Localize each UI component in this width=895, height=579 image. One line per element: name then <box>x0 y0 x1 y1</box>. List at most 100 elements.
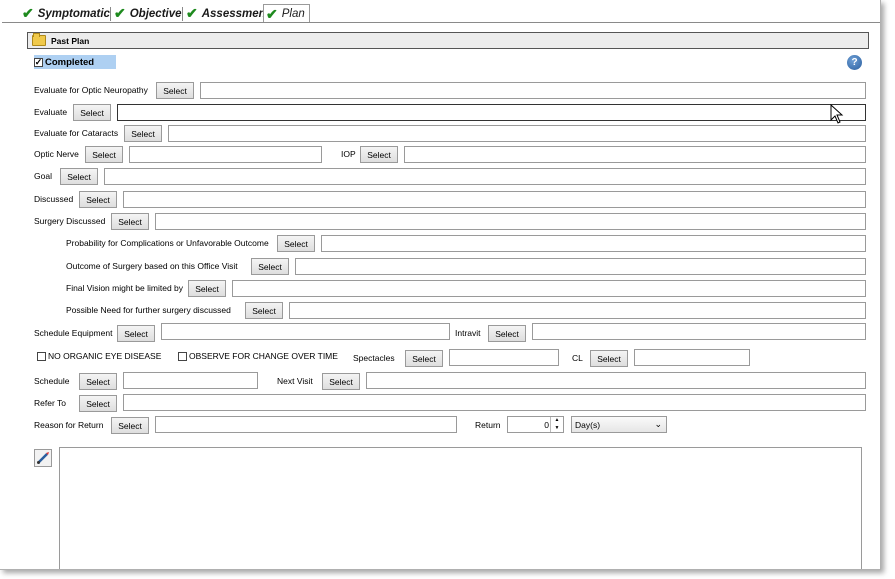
field-label: Schedule <box>34 376 70 386</box>
checkbox-icon <box>37 351 46 361</box>
reason-for-return-input[interactable] <box>155 416 457 433</box>
checkmark-icon: ✔ <box>266 5 278 22</box>
notes-textarea[interactable] <box>59 447 862 569</box>
tab-assessment[interactable]: ✔ Assessment <box>184 5 270 22</box>
select-button-cl[interactable]: Select <box>590 350 628 367</box>
tab-divider <box>182 7 183 21</box>
return-stepper[interactable]: 0 ▲ ▼ <box>507 416 564 433</box>
stepper-arrows[interactable]: ▲ ▼ <box>550 417 563 432</box>
checkmark-icon: ✔ <box>186 5 198 21</box>
chevron-down-icon: ⌄ <box>654 419 662 429</box>
tab-symptomatic[interactable]: ✔ Symptomatic <box>20 5 110 22</box>
observe-for-change-checkbox[interactable]: OBSERVE FOR CHANGE OVER TIME <box>178 351 338 361</box>
discussed-input[interactable] <box>123 191 866 208</box>
intravit-input[interactable] <box>532 323 866 340</box>
stepper-up-icon[interactable]: ▲ <box>551 417 563 425</box>
checkmark-icon: ✔ <box>114 5 126 21</box>
tab-label: Assessment <box>201 7 270 20</box>
field-label: Reason for Return <box>34 420 104 430</box>
checkbox-checked-icon: ✓ <box>34 56 43 67</box>
dropdown-value: Day(s) <box>575 419 601 430</box>
return-value: 0 <box>544 420 549 430</box>
tab-label: Symptomatic <box>37 7 110 20</box>
next-visit-input[interactable] <box>366 372 866 389</box>
optic-nerve-input[interactable] <box>129 146 322 163</box>
field-label: Schedule Equipment <box>34 328 113 338</box>
refer-to-input[interactable] <box>123 394 866 411</box>
select-button-refer-to[interactable]: Select <box>79 395 117 412</box>
field-label: Final Vision might be limited by <box>66 283 184 293</box>
field-label: CL <box>572 353 583 363</box>
probability-input[interactable] <box>321 235 866 252</box>
select-button-schedule[interactable]: Select <box>79 373 117 390</box>
select-button-optic-nerve[interactable]: Select <box>85 146 123 163</box>
schedule-equipment-input[interactable] <box>161 323 450 340</box>
select-button-evaluate[interactable]: Select <box>73 104 111 121</box>
field-label: Return <box>475 420 501 430</box>
field-label: Goal <box>34 171 52 181</box>
mouse-cursor-icon <box>830 104 844 124</box>
field-label: Optic Nerve <box>34 149 79 159</box>
select-button-probability[interactable]: Select <box>277 235 315 252</box>
select-button-final-vision[interactable]: Select <box>188 280 226 297</box>
field-label: Spectacles <box>353 353 395 363</box>
tab-objective[interactable]: ✔ Objective <box>112 5 182 22</box>
select-button-optic-neuropathy[interactable]: Select <box>156 82 194 99</box>
possible-need-input[interactable] <box>289 302 866 319</box>
no-organic-eye-disease-checkbox[interactable]: NO ORGANIC EYE DISEASE <box>37 351 161 361</box>
select-button-schedule-equipment[interactable]: Select <box>117 325 155 342</box>
surgery-discussed-input[interactable] <box>155 213 866 230</box>
completed-label: Completed <box>45 56 95 68</box>
checkbox-icon <box>178 351 187 361</box>
folder-icon <box>32 33 46 46</box>
past-plan-label: Past Plan <box>51 35 90 46</box>
tab-plan[interactable]: ✔ Plan <box>263 4 310 23</box>
select-button-goal[interactable]: Select <box>60 168 98 185</box>
select-button-iop[interactable]: Select <box>360 146 398 163</box>
tab-underline <box>2 22 880 23</box>
checkbox-label: NO ORGANIC EYE DISEASE <box>48 351 162 361</box>
select-button-surgery-discussed[interactable]: Select <box>111 213 149 230</box>
evaluate-input[interactable] <box>117 104 866 121</box>
stepper-down-icon[interactable]: ▼ <box>551 425 563 433</box>
tab-label: Plan <box>281 8 305 20</box>
past-plan-button[interactable]: Past Plan <box>27 32 869 49</box>
select-button-discussed[interactable]: Select <box>79 191 117 208</box>
field-label: Evaluate <box>34 107 68 117</box>
completed-checkbox[interactable]: ✓ Completed <box>34 55 116 69</box>
field-label: Possible Need for further surgery discus… <box>66 305 231 315</box>
cl-input[interactable] <box>634 349 750 366</box>
checkbox-label: OBSERVE FOR CHANGE OVER TIME <box>189 351 338 361</box>
goal-input[interactable] <box>104 168 866 185</box>
field-label: Outcome of Surgery based on this Office … <box>66 261 238 271</box>
help-icon[interactable]: ? <box>847 55 862 70</box>
field-label: IOP <box>341 149 356 159</box>
field-label: Probability for Complications or Unfavor… <box>66 238 269 248</box>
spectacles-input[interactable] <box>449 349 559 366</box>
select-button-spectacles[interactable]: Select <box>405 350 443 367</box>
select-button-next-visit[interactable]: Select <box>322 373 360 390</box>
tab-label: Objective <box>129 7 182 20</box>
tab-bar: ✔ Symptomatic ✔ Objective ✔ Assessment ✔… <box>20 4 320 23</box>
cataracts-input[interactable] <box>168 125 866 142</box>
select-button-possible-need[interactable]: Select <box>245 302 283 319</box>
optic-neuropathy-input[interactable] <box>200 82 866 99</box>
schedule-input[interactable] <box>123 372 258 389</box>
final-vision-input[interactable] <box>232 280 866 297</box>
select-button-reason-for-return[interactable]: Select <box>111 417 149 434</box>
field-label: Discussed <box>34 194 74 204</box>
return-unit-dropdown[interactable]: Day(s) ⌄ <box>571 416 667 433</box>
select-button-intravit[interactable]: Select <box>488 325 526 342</box>
checkmark-icon: ✔ <box>22 5 34 21</box>
outcome-input[interactable] <box>295 258 866 275</box>
field-label: Refer To <box>34 398 66 408</box>
field-label: Evaluate for Cataracts <box>34 128 119 138</box>
select-button-cataracts[interactable]: Select <box>124 125 162 142</box>
field-label: Next Visit <box>277 376 313 386</box>
plan-panel: ✔ Symptomatic ✔ Objective ✔ Assessment ✔… <box>0 0 881 570</box>
tab-divider <box>110 7 111 21</box>
select-button-outcome[interactable]: Select <box>251 258 289 275</box>
field-label: Intravit <box>455 328 481 338</box>
edit-notes-button[interactable] <box>34 449 52 467</box>
iop-input[interactable] <box>404 146 866 163</box>
